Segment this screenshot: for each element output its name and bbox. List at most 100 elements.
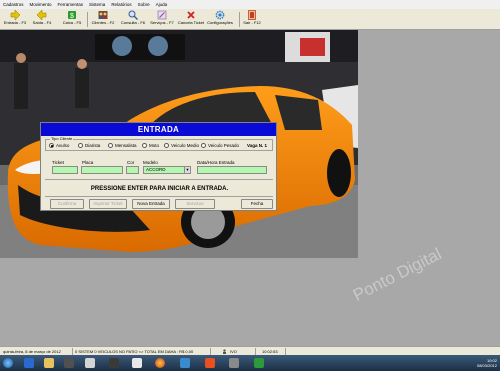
menu-bar: Cadastros Movimento Ferramentas Sistema … [0, 0, 500, 9]
configuracoes-label: Configurações [207, 20, 233, 25]
radio-indicator [201, 143, 206, 148]
radio-label: Diarista [85, 143, 101, 148]
radio-indicator [108, 143, 113, 148]
radio-label: Avulso [56, 143, 70, 148]
arrow-left-icon [37, 10, 47, 20]
cancel-icon [186, 10, 196, 20]
confirma-button[interactable]: Confirma [50, 199, 84, 209]
users-icon [98, 10, 108, 20]
gear-icon [215, 10, 225, 20]
entrada-label: Entrada - F3 [3, 20, 27, 25]
vaga-label: Vaga N. 1 [247, 143, 268, 148]
caixa-label: Caixa - F5 [62, 20, 82, 25]
search-icon [128, 10, 138, 20]
status-separator [285, 348, 286, 355]
clientes-label: Clientes - F2 [91, 20, 115, 25]
money-icon: $ [67, 10, 77, 20]
menu-cadastros[interactable]: Cadastros [3, 2, 24, 7]
status-mode: IVO [230, 349, 237, 354]
radio-label: Veiculo Medio [171, 143, 200, 148]
divider [45, 179, 273, 180]
enter-message: PRESSIONE ENTER PARA INICIAR A ENTRADA. [90, 186, 229, 192]
media-player-icon[interactable] [64, 358, 74, 368]
app-icon[interactable] [85, 358, 95, 368]
entrada-button[interactable]: Entrada - F3 [2, 10, 28, 29]
radio-label: Veiculo Pesado [208, 143, 240, 148]
ie-icon[interactable] [24, 358, 34, 368]
toolbar-separator [239, 12, 240, 27]
status-separator [255, 348, 256, 355]
arrow-right-icon [10, 10, 20, 20]
data-hora-label: Data/Hora Entrada [197, 160, 235, 165]
radio-mensalista[interactable]: Mensalista [108, 143, 137, 148]
radio-avulso[interactable]: Avulso [49, 143, 69, 148]
radio-indicator [49, 143, 54, 148]
app-icon[interactable] [109, 358, 119, 368]
data-hora-field[interactable] [197, 166, 267, 174]
app-icon[interactable] [132, 358, 142, 368]
placa-label: Placa [82, 160, 94, 165]
modelo-label: Modelo [143, 160, 158, 165]
tray-clock[interactable]: 10:02 08/03/2012 [476, 358, 497, 368]
chevron-down-icon[interactable]: ▼ [184, 167, 190, 173]
app-icon[interactable] [229, 358, 239, 368]
modelo-value: ACCORD [146, 167, 166, 172]
caixa-button[interactable]: $ Caixa - F5 [60, 10, 84, 29]
tools-icon [157, 10, 167, 20]
sair-button[interactable]: Sair - F12 [241, 10, 263, 29]
menu-relatorios[interactable]: Relatórios [111, 2, 131, 7]
clock-date: 08/03/2012 [476, 362, 497, 368]
status-date: quinta-feira, 8 de março de 2012 [3, 349, 61, 354]
app-icon[interactable] [205, 358, 215, 368]
menu-ajuda[interactable]: Ajuda [156, 2, 168, 7]
placa-field[interactable] [81, 166, 123, 174]
radio-label: Moto [149, 143, 160, 148]
menu-sistema[interactable]: Sistema [89, 2, 105, 7]
ticket-field[interactable] [52, 166, 78, 174]
radio-indicator [142, 143, 147, 148]
taskbar: 10:02 08/03/2012 [0, 355, 500, 371]
cancela-ticket-button[interactable]: Cancela Ticket [177, 10, 205, 29]
windows-start-icon[interactable] [3, 358, 13, 368]
radio-indicator [78, 143, 83, 148]
ticket-label: Ticket [52, 160, 64, 165]
tipo-cliente-group: Tipo Cliente Avulso Diarista Mensalista … [45, 136, 273, 151]
toolbar-separator [87, 12, 88, 27]
radio-diarista[interactable]: Diarista [78, 143, 100, 148]
app-icon[interactable] [254, 358, 264, 368]
folder-icon[interactable] [44, 358, 54, 368]
chrome-icon[interactable] [155, 358, 165, 368]
cancela-ticket-label: Cancela Ticket [177, 20, 205, 25]
radio-label: Mensalista [115, 143, 137, 148]
exit-icon [247, 10, 257, 20]
radio-veiculo-pesado[interactable]: Veiculo Pesado [201, 143, 239, 148]
nova-entrada-button[interactable]: Nova Entrada [132, 199, 170, 209]
tipo-cliente-label: Tipo Cliente [50, 136, 74, 141]
modelo-select[interactable]: ACCORD ▼ [143, 166, 191, 174]
menu-sobre[interactable]: Sobre [138, 2, 150, 7]
configuracoes-button[interactable]: Configurações [205, 10, 235, 29]
app-icon[interactable] [180, 358, 190, 368]
svg-text:$: $ [70, 13, 74, 20]
status-info: 0 SISTEM 0 VEICULOS NO PATIO <> TOTAL EM… [75, 349, 194, 354]
cor-field[interactable] [126, 166, 139, 174]
radio-indicator [164, 143, 169, 148]
radio-veiculo-medio[interactable]: Veiculo Medio [164, 143, 199, 148]
divider [45, 196, 273, 197]
menu-movimento[interactable]: Movimento [30, 2, 52, 7]
consulta-button[interactable]: Consulta - F6 [119, 10, 147, 29]
imprimir-ticket-button[interactable]: Imprimir Ticket [89, 199, 127, 209]
menu-ferramentas[interactable]: Ferramentas [58, 2, 84, 7]
fecha-button[interactable]: Fecha [241, 199, 273, 209]
radio-moto[interactable]: Moto [142, 143, 159, 148]
sair-label: Sair - F12 [243, 20, 261, 25]
status-separator [72, 348, 73, 355]
servicos-dialog-button[interactable]: Servicos [175, 199, 215, 209]
saida-label: Saída - F4 [32, 20, 52, 25]
clientes-button[interactable]: Clientes - F2 [89, 10, 117, 29]
status-time: 10:02:53 [262, 349, 278, 354]
status-separator [210, 348, 211, 355]
saida-button[interactable]: Saída - F4 [30, 10, 54, 29]
servicos-button[interactable]: Serviços - F7 [148, 10, 176, 29]
servicos-label: Serviços - F7 [150, 20, 174, 25]
